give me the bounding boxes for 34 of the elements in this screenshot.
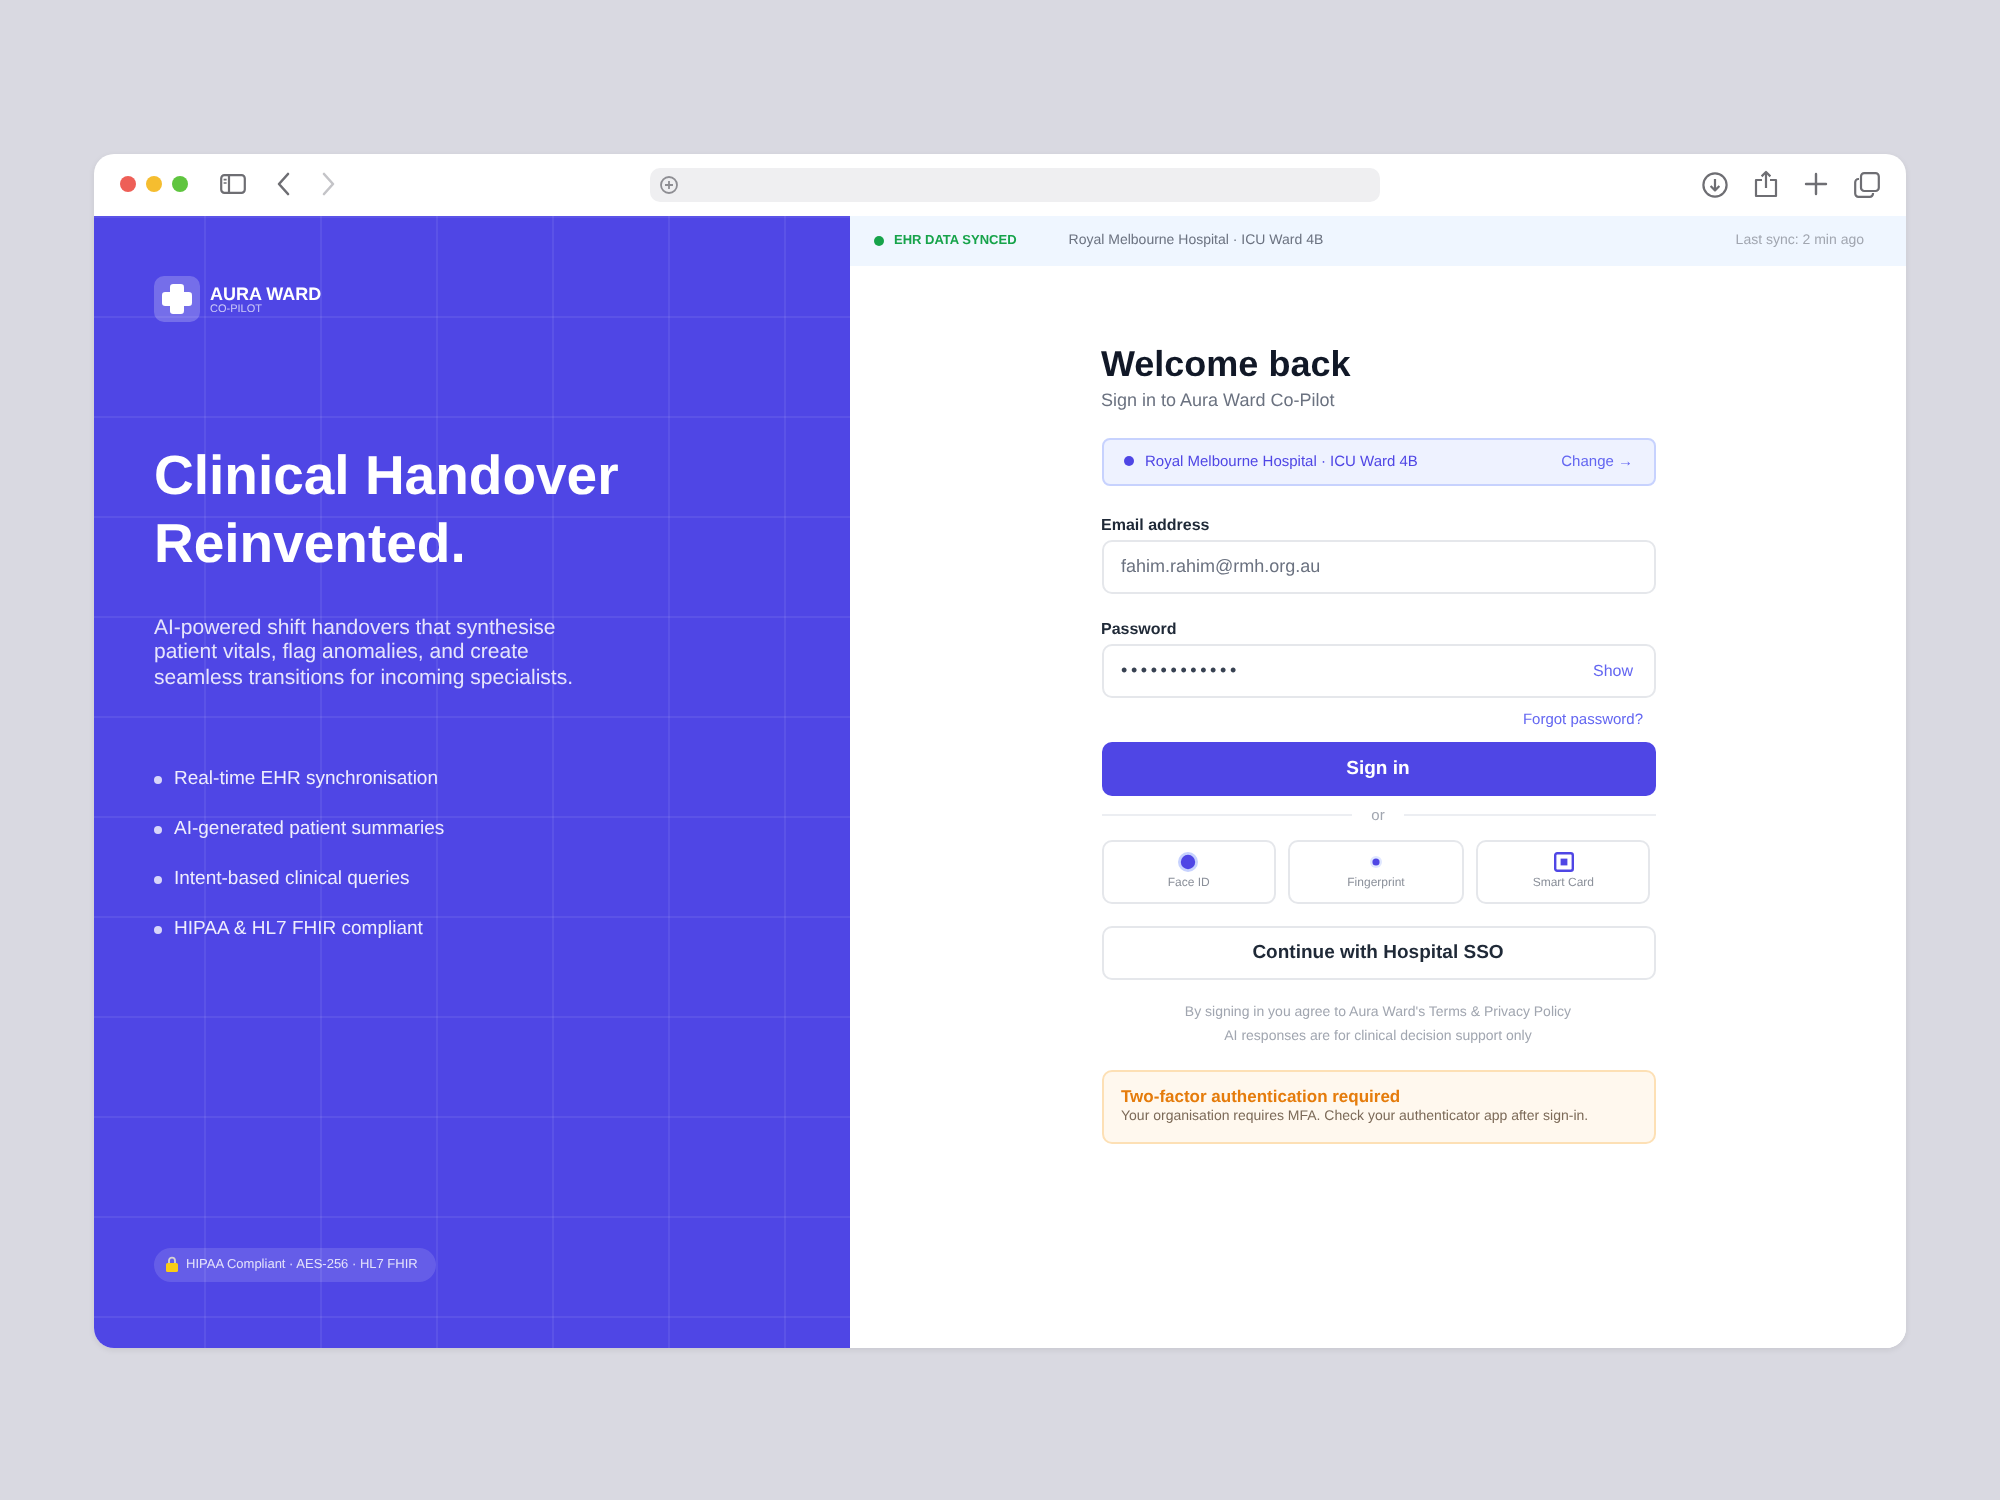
- share-icon[interactable]: [1754, 170, 1778, 198]
- feature-text: HIPAA & HL7 FHIR compliant: [174, 916, 423, 942]
- field-label: Password: [1101, 619, 1179, 639]
- sign-in-button[interactable]: Sign in: [1101, 741, 1655, 795]
- bullet-icon: [154, 875, 162, 883]
- feature-text: Intent-based clinical queries: [174, 866, 410, 892]
- sso-button[interactable]: Continue with Hospital SSO: [1101, 925, 1655, 979]
- lock-icon: [166, 1256, 178, 1272]
- selector-dot-icon: [1123, 456, 1133, 466]
- hero-headline: Clinical Handover Reinvented.: [154, 441, 621, 577]
- status-dot-icon: [874, 235, 884, 245]
- form-subtitle: Sign in to Aura Ward Co-Pilot: [1101, 387, 1337, 411]
- small-dot-icon: [1369, 855, 1382, 867]
- sidebar-icon[interactable]: [220, 174, 246, 194]
- bullet-icon: [154, 925, 162, 933]
- brand-name: AURA WARD: [210, 283, 322, 303]
- feature-text: AI-generated patient summaries: [174, 816, 445, 842]
- close-button[interactable]: [120, 176, 136, 192]
- download-icon[interactable]: [1702, 171, 1728, 197]
- cross-logo-icon: [154, 275, 200, 321]
- field-label: Email address: [1101, 515, 1212, 535]
- circle-plus-icon: [660, 175, 678, 193]
- alert-title: Two-factor authentication required: [1121, 1085, 1403, 1107]
- form-title: Welcome back: [1101, 341, 1353, 385]
- bullet-icon: [154, 775, 162, 783]
- password-field[interactable]: •••••••••••• Show: [1101, 643, 1655, 697]
- hero-description: AI-powered shift handovers that synthesise patient vitals, flag anomalies, and create seamless transitions for incoming specialists.: [154, 615, 575, 690]
- plus-icon[interactable]: [1804, 172, 1828, 196]
- bullet-icon: [154, 825, 162, 833]
- feature-text: Real-time EHR synchronisation: [174, 766, 438, 792]
- filled-circle-icon: [1178, 851, 1199, 871]
- email-field[interactable]: fahim.rahim@rmh.org.au: [1101, 539, 1655, 593]
- show-password-button[interactable]: Show: [1592, 661, 1633, 679]
- tabs-icon[interactable]: [1854, 171, 1880, 197]
